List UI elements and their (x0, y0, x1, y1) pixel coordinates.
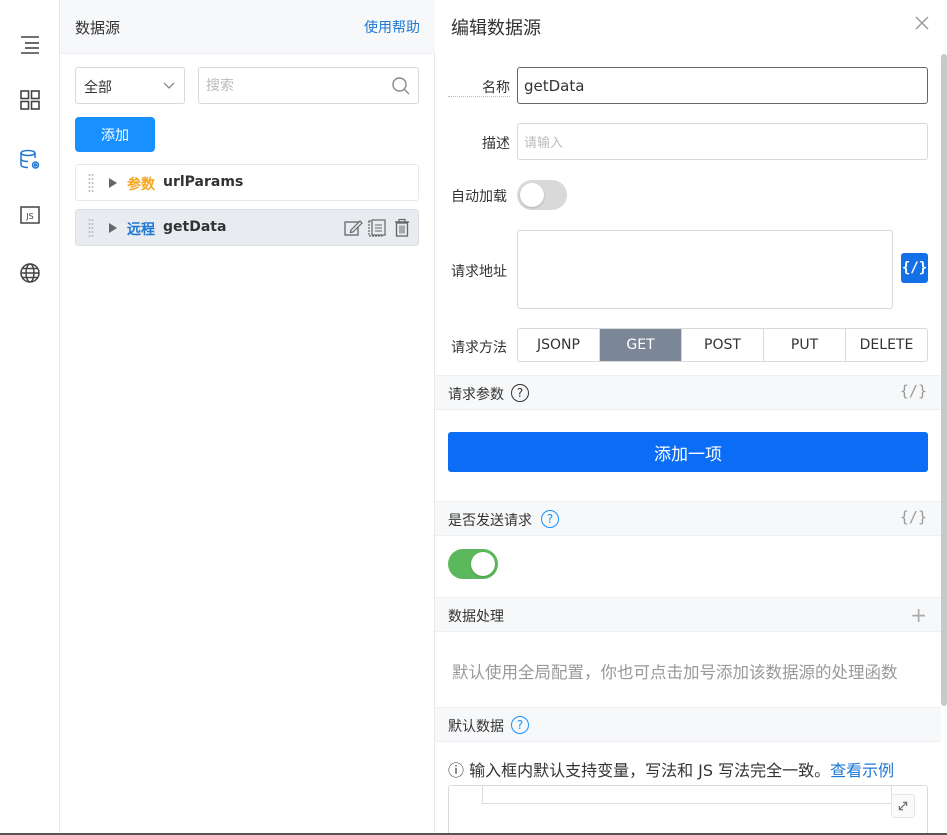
toggle-knob (471, 552, 495, 576)
process-section-title: 数据处理 (448, 609, 504, 625)
expand-caret-icon[interactable] (109, 223, 117, 233)
type-filter-value: 全部 (84, 80, 112, 96)
copy-icon[interactable] (367, 218, 387, 238)
datasource-editor: 编辑数据源 名称 描述 自动加载 请求地址 {/} 请求方法 JSONP GET… (435, 0, 947, 835)
method-put[interactable]: PUT (764, 329, 846, 361)
code-line (482, 786, 892, 804)
url-textarea[interactable] (517, 230, 893, 309)
delete-icon[interactable] (392, 218, 412, 238)
icon-rail: JS (0, 0, 60, 835)
app-root: JS 数据源 使用帮助 全部 添加 参数 urlParams (0, 0, 947, 835)
type-filter-select[interactable]: 全部 (75, 67, 185, 104)
method-jsonp[interactable]: JSONP (518, 329, 600, 361)
editor-title: 编辑数据源 (451, 18, 541, 39)
add-datasource-button[interactable]: 添加 (75, 117, 155, 152)
send-formula-button[interactable]: {/} (900, 508, 927, 526)
expand-editor-button[interactable] (891, 794, 915, 818)
js-icon-label: JS (25, 212, 33, 221)
add-param-button[interactable]: 添加一项 (448, 432, 928, 472)
params-section-title: 请求参数 (448, 387, 504, 403)
method-delete[interactable]: DELETE (846, 329, 927, 361)
params-section-header: 请求参数 ? {/} (435, 375, 941, 410)
expand-icon (898, 801, 908, 811)
default-data-editor[interactable] (448, 785, 928, 835)
desc-input[interactable] (517, 123, 928, 160)
editor-header: 编辑数据源 (435, 0, 947, 54)
chevron-down-icon (163, 82, 175, 89)
outline-icon[interactable] (15, 30, 45, 60)
components-icon[interactable] (15, 85, 45, 115)
autoload-label: 自动加载 (451, 189, 507, 205)
method-post[interactable]: POST (682, 329, 764, 361)
send-section-header: 是否发送请求 ? {/} (435, 501, 941, 536)
datasource-panel-title: 数据源 (75, 19, 121, 37)
toggle-knob (520, 183, 544, 207)
datasource-icon[interactable] (15, 145, 45, 175)
send-request-toggle[interactable] (448, 549, 498, 579)
help-icon[interactable]: ? (511, 716, 529, 734)
url-label: 请求地址 (451, 264, 507, 280)
send-section-title: 是否发送请求 (448, 513, 532, 529)
default-data-section-title: 默认数据 (448, 719, 504, 735)
drag-handle-icon[interactable] (88, 218, 94, 238)
js-icon[interactable]: JS (15, 200, 45, 230)
search-input[interactable] (199, 68, 379, 103)
autoload-toggle[interactable] (517, 180, 567, 210)
process-hint-text: 默认使用全局配置，你也可点击加号添加该数据源的处理函数 (452, 663, 898, 682)
datasource-name-label: getData (163, 219, 227, 235)
default-data-note-text: ⓘ 输入框内默认支持变量，写法和 JS 写法完全一致。 (448, 761, 831, 780)
url-formula-button[interactable]: {/} (901, 253, 928, 283)
help-link[interactable]: 使用帮助 (364, 17, 420, 37)
datasource-panel: 数据源 使用帮助 全部 添加 参数 urlParams 远程 getData (60, 0, 435, 835)
search-box (198, 67, 419, 104)
method-label: 请求方法 (451, 340, 507, 356)
datasource-panel-header: 数据源 使用帮助 (60, 0, 435, 54)
default-data-note: ⓘ 输入框内默认支持变量，写法和 JS 写法完全一致。查看示例 (448, 757, 894, 781)
editor-scrollbar[interactable] (941, 54, 947, 706)
close-icon[interactable] (913, 14, 931, 32)
drag-handle-icon[interactable] (88, 173, 94, 193)
datasource-type-label: 远程 (127, 222, 155, 238)
process-section-header: 数据处理 + (435, 597, 941, 632)
help-icon[interactable]: ? (511, 384, 529, 402)
name-input[interactable] (517, 67, 928, 104)
edit-icon[interactable] (343, 218, 363, 238)
add-handler-plus-icon[interactable]: + (910, 603, 927, 627)
datasource-item-urlparams[interactable]: 参数 urlParams (75, 164, 419, 201)
desc-label: 描述 (482, 136, 510, 152)
datasource-item-getdata[interactable]: 远程 getData (75, 209, 419, 246)
name-label: 名称 (448, 77, 510, 97)
datasource-type-label: 参数 (127, 177, 155, 193)
search-icon[interactable] (391, 76, 411, 96)
view-example-link[interactable]: 查看示例 (830, 761, 894, 780)
method-get[interactable]: GET (600, 329, 682, 361)
help-icon[interactable]: ? (541, 510, 559, 528)
globe-icon[interactable] (15, 258, 45, 288)
datasource-name-label: urlParams (163, 174, 244, 190)
method-button-group: JSONP GET POST PUT DELETE (517, 328, 928, 362)
default-data-section-header: 默认数据 ? (435, 707, 941, 742)
expand-caret-icon[interactable] (109, 178, 117, 188)
params-formula-button[interactable]: {/} (900, 382, 927, 400)
